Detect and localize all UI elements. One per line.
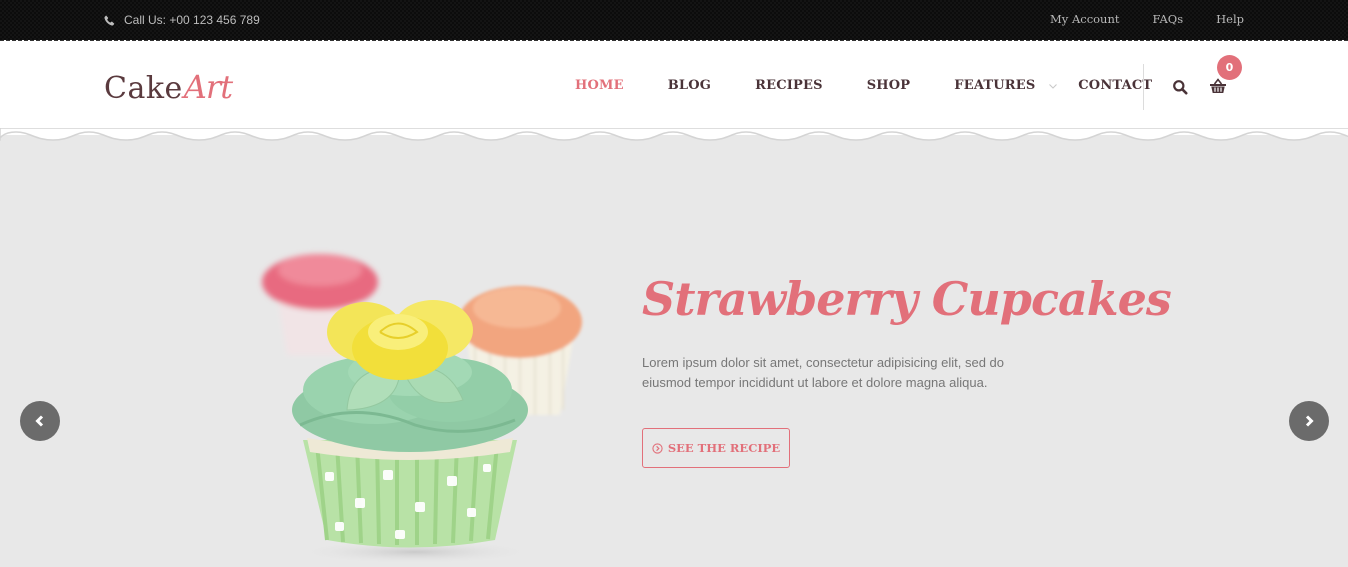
phone-contact: Call Us: +00 123 456 789 xyxy=(104,12,260,28)
phone-icon xyxy=(104,15,115,26)
nav-contact[interactable]: CONTACT xyxy=(1078,78,1152,93)
hero-title: Strawberry Cupcakes xyxy=(642,272,1172,326)
logo-text-cake: Cake xyxy=(104,71,183,106)
chevron-down-icon xyxy=(1049,83,1058,89)
main-header: Cake Art HOME BLOG RECIPES SHOP FEATURES… xyxy=(0,42,1348,135)
help-link[interactable]: Help xyxy=(1216,12,1244,26)
main-nav: HOME BLOG RECIPES SHOP FEATURES CONTACT xyxy=(575,78,1152,93)
site-logo[interactable]: Cake Art xyxy=(104,68,233,106)
top-bar: Call Us: +00 123 456 789 My Account FAQs… xyxy=(0,0,1348,40)
nav-home[interactable]: HOME xyxy=(575,78,624,93)
phone-number: Call Us: +00 123 456 789 xyxy=(124,13,260,27)
basket-icon[interactable] xyxy=(1209,77,1227,95)
nav-features[interactable]: FEATURES xyxy=(954,78,1058,93)
top-links: My Account FAQs Help xyxy=(1050,12,1244,26)
see-recipe-button[interactable]: SEE THE RECIPE xyxy=(642,428,790,468)
nav-shop[interactable]: SHOP xyxy=(867,78,911,93)
faqs-link[interactable]: FAQs xyxy=(1153,12,1184,26)
hero-description: Lorem ipsum dolor sit amet, consectetur … xyxy=(642,353,1042,393)
my-account-link[interactable]: My Account xyxy=(1050,12,1119,26)
cart-count-badge: 0 xyxy=(1217,55,1242,80)
chevron-left-icon xyxy=(35,415,44,427)
nav-blog[interactable]: BLOG xyxy=(668,78,711,93)
slider-next-button[interactable] xyxy=(1289,401,1329,441)
nav-recipes[interactable]: RECIPES xyxy=(755,78,823,93)
chevron-right-icon xyxy=(1305,415,1314,427)
search-icon[interactable] xyxy=(1172,79,1188,95)
see-recipe-label: SEE THE RECIPE xyxy=(667,441,781,455)
slider-prev-button[interactable] xyxy=(20,401,60,441)
hero-description-line-1: Lorem ipsum dolor sit amet, consectetur … xyxy=(642,355,1005,370)
circle-chevron-right-icon xyxy=(652,442,663,454)
cupcake-image xyxy=(262,254,582,564)
wave-divider xyxy=(0,128,1348,141)
nav-features-label: FEATURES xyxy=(954,78,1036,93)
header-separator xyxy=(1143,64,1144,110)
hero-description-line-2: eiusmod tempor incididunt ut labore et d… xyxy=(642,375,988,390)
logo-text-art: Art xyxy=(183,68,233,106)
